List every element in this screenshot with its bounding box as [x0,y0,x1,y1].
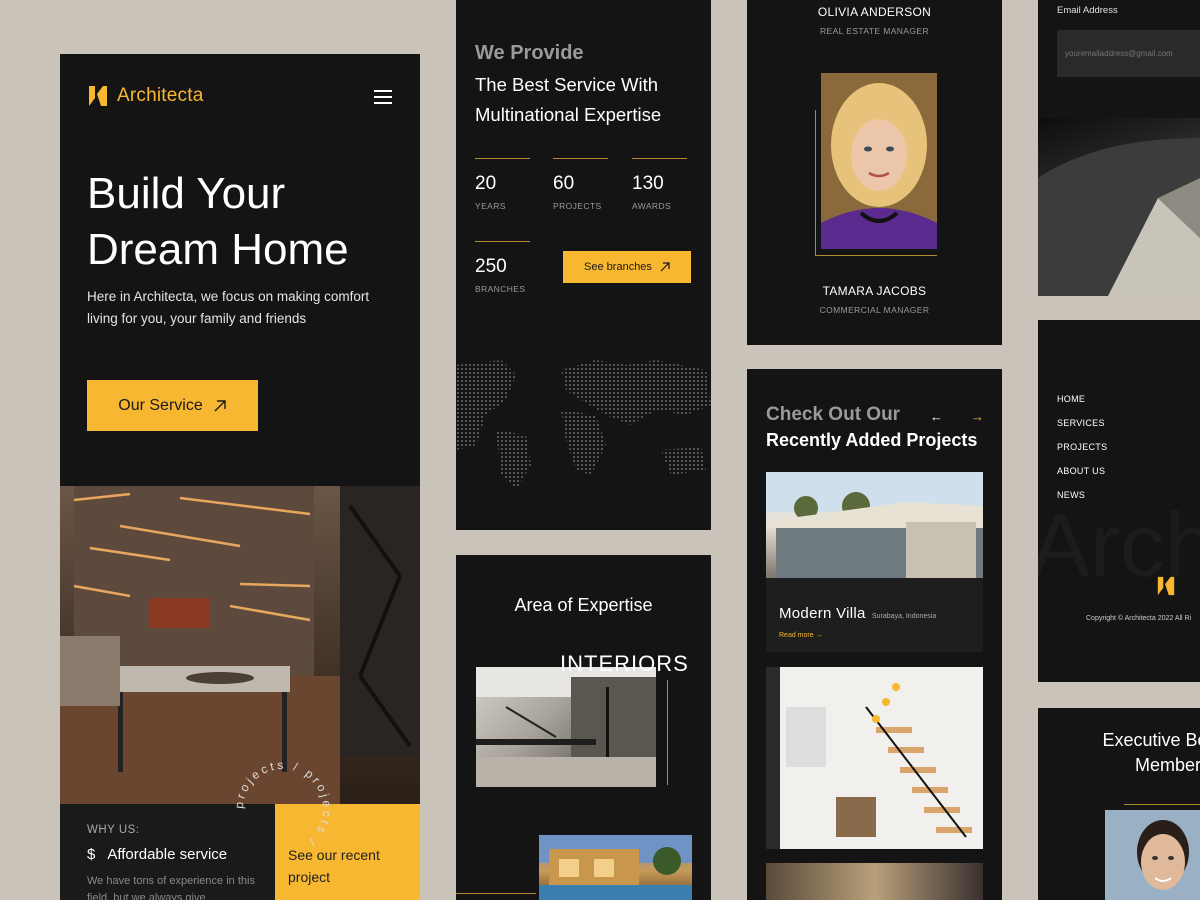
email-label: Email Address [1057,5,1118,16]
project-card[interactable] [766,667,983,849]
footer-nav-about[interactable]: ABOUT US [1057,466,1105,476]
expertise-screen: Area of Expertise INTERIORS [456,555,711,900]
arrow-up-right-icon [660,262,670,272]
member-portrait [821,73,937,249]
building-photo [1038,118,1200,296]
project-card[interactable]: Modern Villa Surabaya, Indonesia Read mo… [766,472,983,652]
stat-label: AWARDS [632,201,672,211]
interiors-photo [476,667,656,787]
projects-title: Recently Added Projects [766,430,978,450]
copyright-text: Copyright © Architecta 2022 All Ri [1086,615,1192,622]
footer-screen: Archi HOME SERVICES PROJECTS ABOUT US NE… [1038,320,1200,682]
member-role: REAL ESTATE MANAGER [820,26,929,36]
see-branches-button[interactable]: See branches [563,251,691,283]
expertise-category: INTERIORS [560,651,689,676]
team-screen: OLIVIA ANDERSON REAL ESTATE MANAGER TAMA… [747,0,1002,345]
logo-icon [1157,576,1175,596]
stat-branches: 250 BRANCHES [475,241,530,294]
arrow-left-icon[interactable]: ← [930,409,943,424]
footer-nav-news[interactable]: NEWS [1057,490,1085,500]
stat-value: 130 [632,173,664,194]
stat-label: BRANCHES [475,284,526,294]
provide-title: The Best Service With Multinational Expe… [475,74,662,125]
why-item: $ Affordable service [87,846,248,863]
hero-screen: Architecta Build Your Dream Home Here in… [60,54,420,900]
member-name: OLIVIA ANDERSON [817,5,932,19]
accent-line [456,893,536,894]
stat-label: PROJECTS [553,201,602,211]
see-branches-label: See branches [584,261,652,273]
read-more-label: Read more [779,632,814,639]
member-name: TAMARA JACOBS [822,284,927,298]
provide-screen: We Provide The Best Service With Multina… [456,0,711,530]
projects-screen: Check Out Our Recently Added Projects ← … [747,369,1002,900]
stat-value: 250 [475,256,507,277]
accent-line [1124,804,1200,805]
newsletter-screen: Email Address [1038,0,1200,296]
footer-nav-home[interactable]: HOME [1057,394,1085,404]
logo-icon [89,86,107,106]
projects-kicker: Check Out Our [766,404,901,425]
board-screen: Executive Board Member [1038,708,1200,900]
stat-label: YEARS [475,201,506,211]
stat-projects: 60 PROJECTS [553,158,608,211]
brand-logo[interactable]: Architecta [87,84,203,108]
expertise-title: Area of Expertise [514,595,653,615]
svg-text:projects / projects /: projects / projects / [232,758,334,851]
footer-nav-services[interactable]: SERVICES [1057,418,1105,428]
dollar-icon: $ [87,846,96,863]
project-card[interactable] [766,863,983,900]
carousel-arrows: ← → [930,409,984,424]
hero-description: Here in Architecta, we focus on making c… [87,289,370,326]
world-map [456,360,711,490]
stat-value: 20 [475,173,497,194]
our-service-label: Our Service [118,396,203,414]
rotating-projects-badge: projects / projects / [232,758,334,851]
stat-value: 60 [553,173,575,194]
email-field[interactable] [1057,30,1200,77]
project-location: Surabaya, Indonesia [872,613,937,620]
our-service-button[interactable]: Our Service [87,380,258,431]
stat-years: 20 YEARS [475,158,530,211]
arrow-up-right-icon [214,399,226,411]
member-role: COMMERCIAL MANAGER [819,305,930,315]
villa-photo [539,835,692,900]
why-us-label: WHY US: [87,824,140,836]
why-description: We have tons of experience in this field… [87,875,255,900]
accent-line [667,680,668,785]
read-more-link[interactable]: Read more → [779,632,823,639]
hero-title: Build Your Dream Home [87,169,349,274]
board-member-portrait [1105,810,1200,900]
brand-name: Architecta [117,85,204,106]
footer-nav-projects[interactable]: PROJECTS [1057,442,1107,452]
arrow-right-icon: → [815,632,823,639]
menu-icon[interactable] [374,90,392,104]
provide-kicker: We Provide [475,42,584,64]
stat-awards: 130 AWARDS [632,158,687,211]
board-title: Executive Board Member [1102,730,1200,775]
rotating-text: projects / projects / [232,758,331,851]
why-item-label: Affordable service [107,846,228,863]
project-name: Modern Villa [779,605,866,622]
arrow-right-icon[interactable]: → [971,409,984,424]
